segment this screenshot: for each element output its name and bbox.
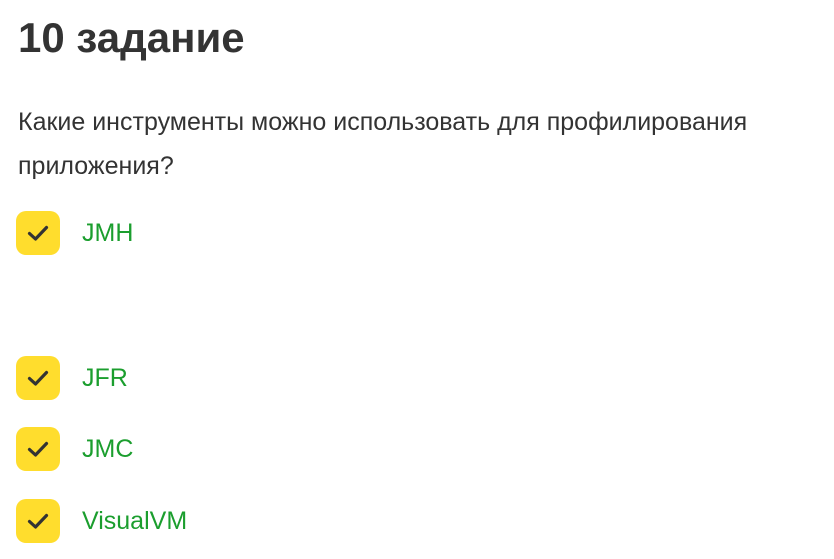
checkbox-checked[interactable]: [16, 499, 60, 543]
option-label: JMH: [82, 219, 134, 247]
checkmark-icon: [27, 225, 49, 241]
answer-option-jmh[interactable]: JMH: [16, 210, 133, 256]
checkmark-icon: [27, 370, 49, 386]
answer-option-jmc[interactable]: JMC: [16, 426, 133, 472]
option-label: JFR: [82, 364, 128, 392]
checkmark-icon: [27, 441, 49, 457]
answer-option-visualvm[interactable]: VisualVM: [16, 498, 187, 544]
quiz-page: 10 задание Какие инструменты можно испол…: [0, 0, 834, 559]
checkbox-checked[interactable]: [16, 356, 60, 400]
question-text: Какие инструменты можно использовать для…: [18, 108, 748, 180]
task-title: 10 задание: [18, 14, 245, 61]
checkbox-checked[interactable]: [16, 427, 60, 471]
option-label: VisualVM: [82, 507, 188, 535]
checkbox-checked[interactable]: [16, 211, 60, 255]
checkmark-icon: [27, 513, 49, 529]
option-label: JMC: [82, 435, 134, 463]
answer-option-jfr[interactable]: JFR: [16, 355, 128, 401]
